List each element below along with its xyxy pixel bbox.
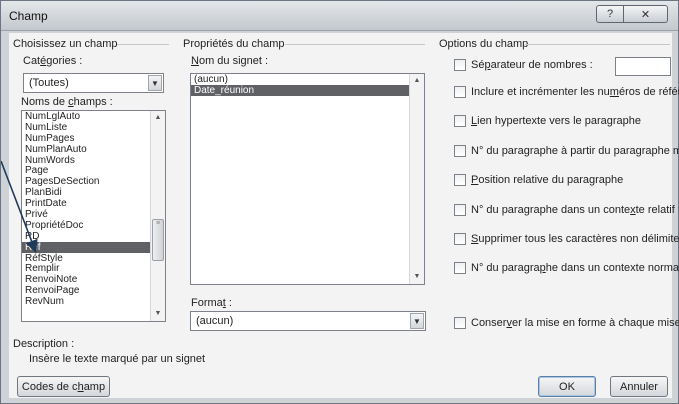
field-name-item[interactable]: Privé	[22, 209, 165, 220]
option-checkbox-row[interactable]: N° du paragraphe dans un contexte relati…	[454, 204, 675, 216]
option-checkbox[interactable]	[454, 204, 466, 216]
option-label: Inclure et incrémenter les numéros de ré…	[471, 86, 679, 98]
format-value: (aucun)	[196, 315, 234, 327]
bookmark-item[interactable]: (aucun)	[191, 74, 424, 85]
help-button[interactable]: ?	[596, 5, 624, 23]
bookmark-list-scrollbar[interactable]: ▲ ▼	[409, 74, 424, 284]
field-name-item[interactable]: NumPages	[22, 133, 165, 144]
bookmark-item[interactable]: Date_réunion	[191, 85, 424, 96]
help-icon: ?	[606, 8, 614, 20]
field-names-list[interactable]: NumLglAuto NumListe NumPages NumPlanAuto Num…	[21, 110, 166, 322]
option-checkbox[interactable]	[454, 115, 466, 127]
field-name-item[interactable]: Remplir	[22, 263, 165, 275]
dialog-title: Champ	[9, 9, 48, 23]
field-name-item[interactable]: NumWords	[22, 155, 165, 166]
field-options-group-title: Options du champ	[439, 38, 529, 50]
bookmark-items: (aucun) Date_réunion	[191, 74, 424, 96]
option-label: Conserver la mise en forme à chaque mise…	[471, 317, 679, 329]
bookmark-list[interactable]: (aucun) Date_réunion ▲ ▼	[190, 73, 425, 285]
option-checkbox-row[interactable]: N° du paragraphe dans un contexte normal	[454, 262, 679, 274]
description-label: Description :	[13, 338, 75, 350]
option-checkbox-row[interactable]: Lien hypertexte vers le paragraphe	[454, 115, 641, 127]
option-checkbox[interactable]	[454, 174, 466, 186]
description-text: Insère le texte marqué par un signet	[29, 353, 206, 365]
option-checkbox-row[interactable]: Position relative du paragraphe	[454, 174, 623, 186]
field-name-item[interactable]: PlanBidi	[22, 187, 165, 198]
option-label: N° du paragraphe dans un contexte relati…	[471, 204, 675, 216]
field-properties-group-title: Propriétés du champ	[183, 38, 285, 50]
option-checkbox[interactable]	[454, 59, 466, 71]
option-checkbox[interactable]	[454, 262, 466, 274]
group-divider	[117, 44, 169, 45]
option-checkbox-row[interactable]: N° du paragraphe à partir du paragraphe …	[454, 145, 679, 157]
scroll-up-icon[interactable]: ▲	[151, 111, 165, 125]
field-name-item[interactable]: PropriétéDoc	[22, 220, 165, 231]
field-list-scrollbar[interactable]: ▲ ≡ ▼	[150, 111, 165, 321]
ok-button[interactable]: OK	[538, 376, 596, 397]
close-icon: ✕	[640, 8, 651, 21]
scroll-thumb[interactable]: ≡	[152, 219, 164, 261]
field-name-item[interactable]: RenvoiPage	[22, 285, 165, 296]
option-checkbox-row[interactable]: Supprimer tous les caractères non délimi…	[454, 233, 679, 245]
field-names-label: Noms de champs :	[21, 96, 113, 108]
scroll-up-icon[interactable]: ▲	[410, 74, 424, 88]
option-label: N° du paragraphe dans un contexte normal	[471, 262, 679, 274]
chevron-down-icon[interactable]: ▼	[148, 75, 162, 91]
field-name-item[interactable]: PrintDate	[22, 198, 165, 209]
option-checkbox-row[interactable]: Séparateur de nombres :	[454, 59, 593, 71]
option-checkbox-row[interactable]: Inclure et incrémenter les numéros de ré…	[454, 86, 679, 98]
field-name-item[interactable]: PagesDeSection	[22, 176, 165, 187]
choose-field-group-title: Choisissez un champ	[13, 38, 118, 50]
field-name-item[interactable]: NumListe	[22, 122, 165, 133]
title-buttons: ? ✕	[596, 5, 668, 23]
chevron-down-icon[interactable]: ▼	[410, 313, 424, 329]
close-button[interactable]: ✕	[624, 5, 668, 23]
field-name-item[interactable]: RenvoiNote	[22, 274, 165, 285]
scroll-down-icon[interactable]: ▼	[410, 270, 424, 284]
field-name-item[interactable]: Réf	[22, 241, 165, 253]
field-name-item[interactable]: Page	[22, 165, 165, 177]
option-label: Séparateur de nombres :	[471, 59, 593, 71]
field-name-item[interactable]: RevNum	[22, 296, 165, 307]
option-label: N° du paragraphe à partir du paragraphe …	[471, 145, 679, 157]
categories-dropdown[interactable]: (Toutes) ▼	[23, 73, 164, 93]
format-dropdown[interactable]: (aucun) ▼	[190, 311, 426, 331]
title-bar: Champ ? ✕	[1, 1, 678, 31]
categories-value: (Toutes)	[29, 77, 69, 89]
field-name-item[interactable]: NumPlanAuto	[22, 144, 165, 155]
option-label: Supprimer tous les caractères non délimi…	[471, 233, 679, 245]
format-label: Format :	[191, 297, 232, 309]
dialog-body: Choisissez un champ Catégories : (Toutes…	[9, 33, 679, 398]
field-name-item[interactable]: NumLglAuto	[22, 111, 165, 122]
field-names-items: NumLglAuto NumListe NumPages NumPlanAuto Num…	[22, 111, 165, 307]
option-checkbox[interactable]	[454, 317, 466, 329]
categories-label: Catégories :	[23, 55, 83, 67]
field-codes-button[interactable]: Codes de c h amp	[17, 376, 110, 397]
cancel-button[interactable]: Annuler	[610, 376, 668, 397]
number-separator-input[interactable]	[615, 57, 671, 76]
option-checkbox-row[interactable]: Conserver la mise en forme à chaque mise…	[454, 317, 679, 329]
bookmark-name-label: Nom du signet :	[191, 55, 269, 67]
option-checkbox[interactable]	[454, 86, 466, 98]
group-divider	[285, 44, 425, 45]
option-label: Position relative du paragraphe	[471, 174, 624, 186]
champ-dialog: Champ ? ✕ Choisissez un champ Catégories…	[0, 0, 679, 404]
option-label: Lien hypertexte vers le paragraphe	[471, 115, 642, 127]
group-divider	[525, 44, 670, 45]
option-checkbox[interactable]	[454, 233, 466, 245]
scroll-down-icon[interactable]: ▼	[151, 307, 165, 321]
field-name-item[interactable]: RD	[22, 231, 165, 242]
option-checkbox[interactable]	[454, 145, 466, 157]
field-name-item[interactable]: RéfStyle	[22, 253, 165, 264]
